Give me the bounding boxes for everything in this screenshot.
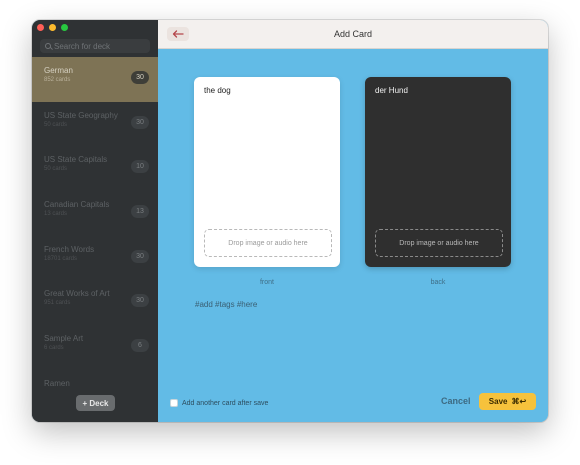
minimize-window-button[interactable] bbox=[49, 24, 56, 31]
back-media-drop-zone[interactable]: Drop image or audio here bbox=[375, 229, 503, 257]
zoom-window-button[interactable] bbox=[61, 24, 68, 31]
back-card[interactable]: der Hund Drop image or audio here bbox=[365, 77, 511, 267]
window-title: Add Card bbox=[333, 29, 373, 39]
title-bar: Add Card bbox=[158, 20, 548, 49]
deck-sidebar: Search for deck German 852 cards 30 US S… bbox=[32, 20, 158, 422]
back-card-text[interactable]: der Hund bbox=[375, 86, 408, 95]
deck-item-sample-art[interactable]: Sample Art 6 cards 6 bbox=[32, 325, 158, 370]
deck-search-input[interactable]: Search for deck bbox=[40, 39, 150, 53]
back-card-label: back bbox=[430, 279, 446, 286]
front-card-label: front bbox=[259, 279, 274, 286]
back-button[interactable] bbox=[167, 27, 189, 41]
front-media-drop-zone[interactable]: Drop image or audio here bbox=[204, 229, 332, 257]
search-icon bbox=[45, 43, 51, 49]
front-card[interactable]: the dog Drop image or audio here bbox=[194, 77, 340, 267]
add-card-panel: Add Card the dog Drop image or audio her… bbox=[158, 20, 548, 422]
deck-list: German 852 cards 30 US State Geography 5… bbox=[32, 57, 158, 415]
add-another-label: Add another card after save bbox=[182, 399, 269, 407]
deck-item-german[interactable]: German 852 cards 30 bbox=[32, 57, 158, 102]
tags-input[interactable]: #add #tags #here bbox=[195, 300, 257, 309]
add-deck-button[interactable]: + Deck bbox=[76, 395, 115, 411]
add-another-option[interactable]: Add another card after save bbox=[170, 399, 268, 407]
deck-due-badge: 30 bbox=[131, 249, 149, 263]
front-card-text[interactable]: the dog bbox=[204, 86, 231, 95]
deck-due-badge: 30 bbox=[131, 115, 149, 129]
return-key-icon: ⌘↩ bbox=[511, 397, 527, 406]
deck-item-canadian-capitals[interactable]: Canadian Capitals 13 cards 13 bbox=[32, 191, 158, 236]
deck-item-us-state-geography[interactable]: US State Geography 50 cards 30 bbox=[32, 102, 158, 147]
add-another-checkbox[interactable] bbox=[170, 399, 178, 407]
window-controls bbox=[37, 24, 68, 31]
save-button[interactable]: Save ⌘↩ bbox=[479, 393, 536, 410]
deck-due-badge: 13 bbox=[131, 205, 149, 219]
deck-item-french-words[interactable]: French Words 18701 cards 30 bbox=[32, 236, 158, 281]
deck-due-badge: 10 bbox=[131, 160, 149, 174]
deck-due-badge: 30 bbox=[131, 71, 149, 84]
deck-search-placeholder: Search for deck bbox=[54, 41, 111, 51]
cancel-button[interactable]: Cancel bbox=[441, 396, 471, 406]
arrow-left-icon bbox=[172, 30, 184, 38]
deck-due-badge: 30 bbox=[131, 294, 149, 308]
deck-item-great-works-of-art[interactable]: Great Works of Art 951 cards 30 bbox=[32, 280, 158, 325]
deck-due-badge: 6 bbox=[131, 339, 149, 353]
sidebar-footer: + Deck bbox=[32, 386, 158, 422]
add-card-window: Search for deck German 852 cards 30 US S… bbox=[32, 20, 548, 422]
save-button-label: Save bbox=[488, 397, 508, 406]
close-window-button[interactable] bbox=[37, 24, 44, 31]
deck-item-us-state-capitals[interactable]: US State Capitals 50 cards 10 bbox=[32, 146, 158, 191]
